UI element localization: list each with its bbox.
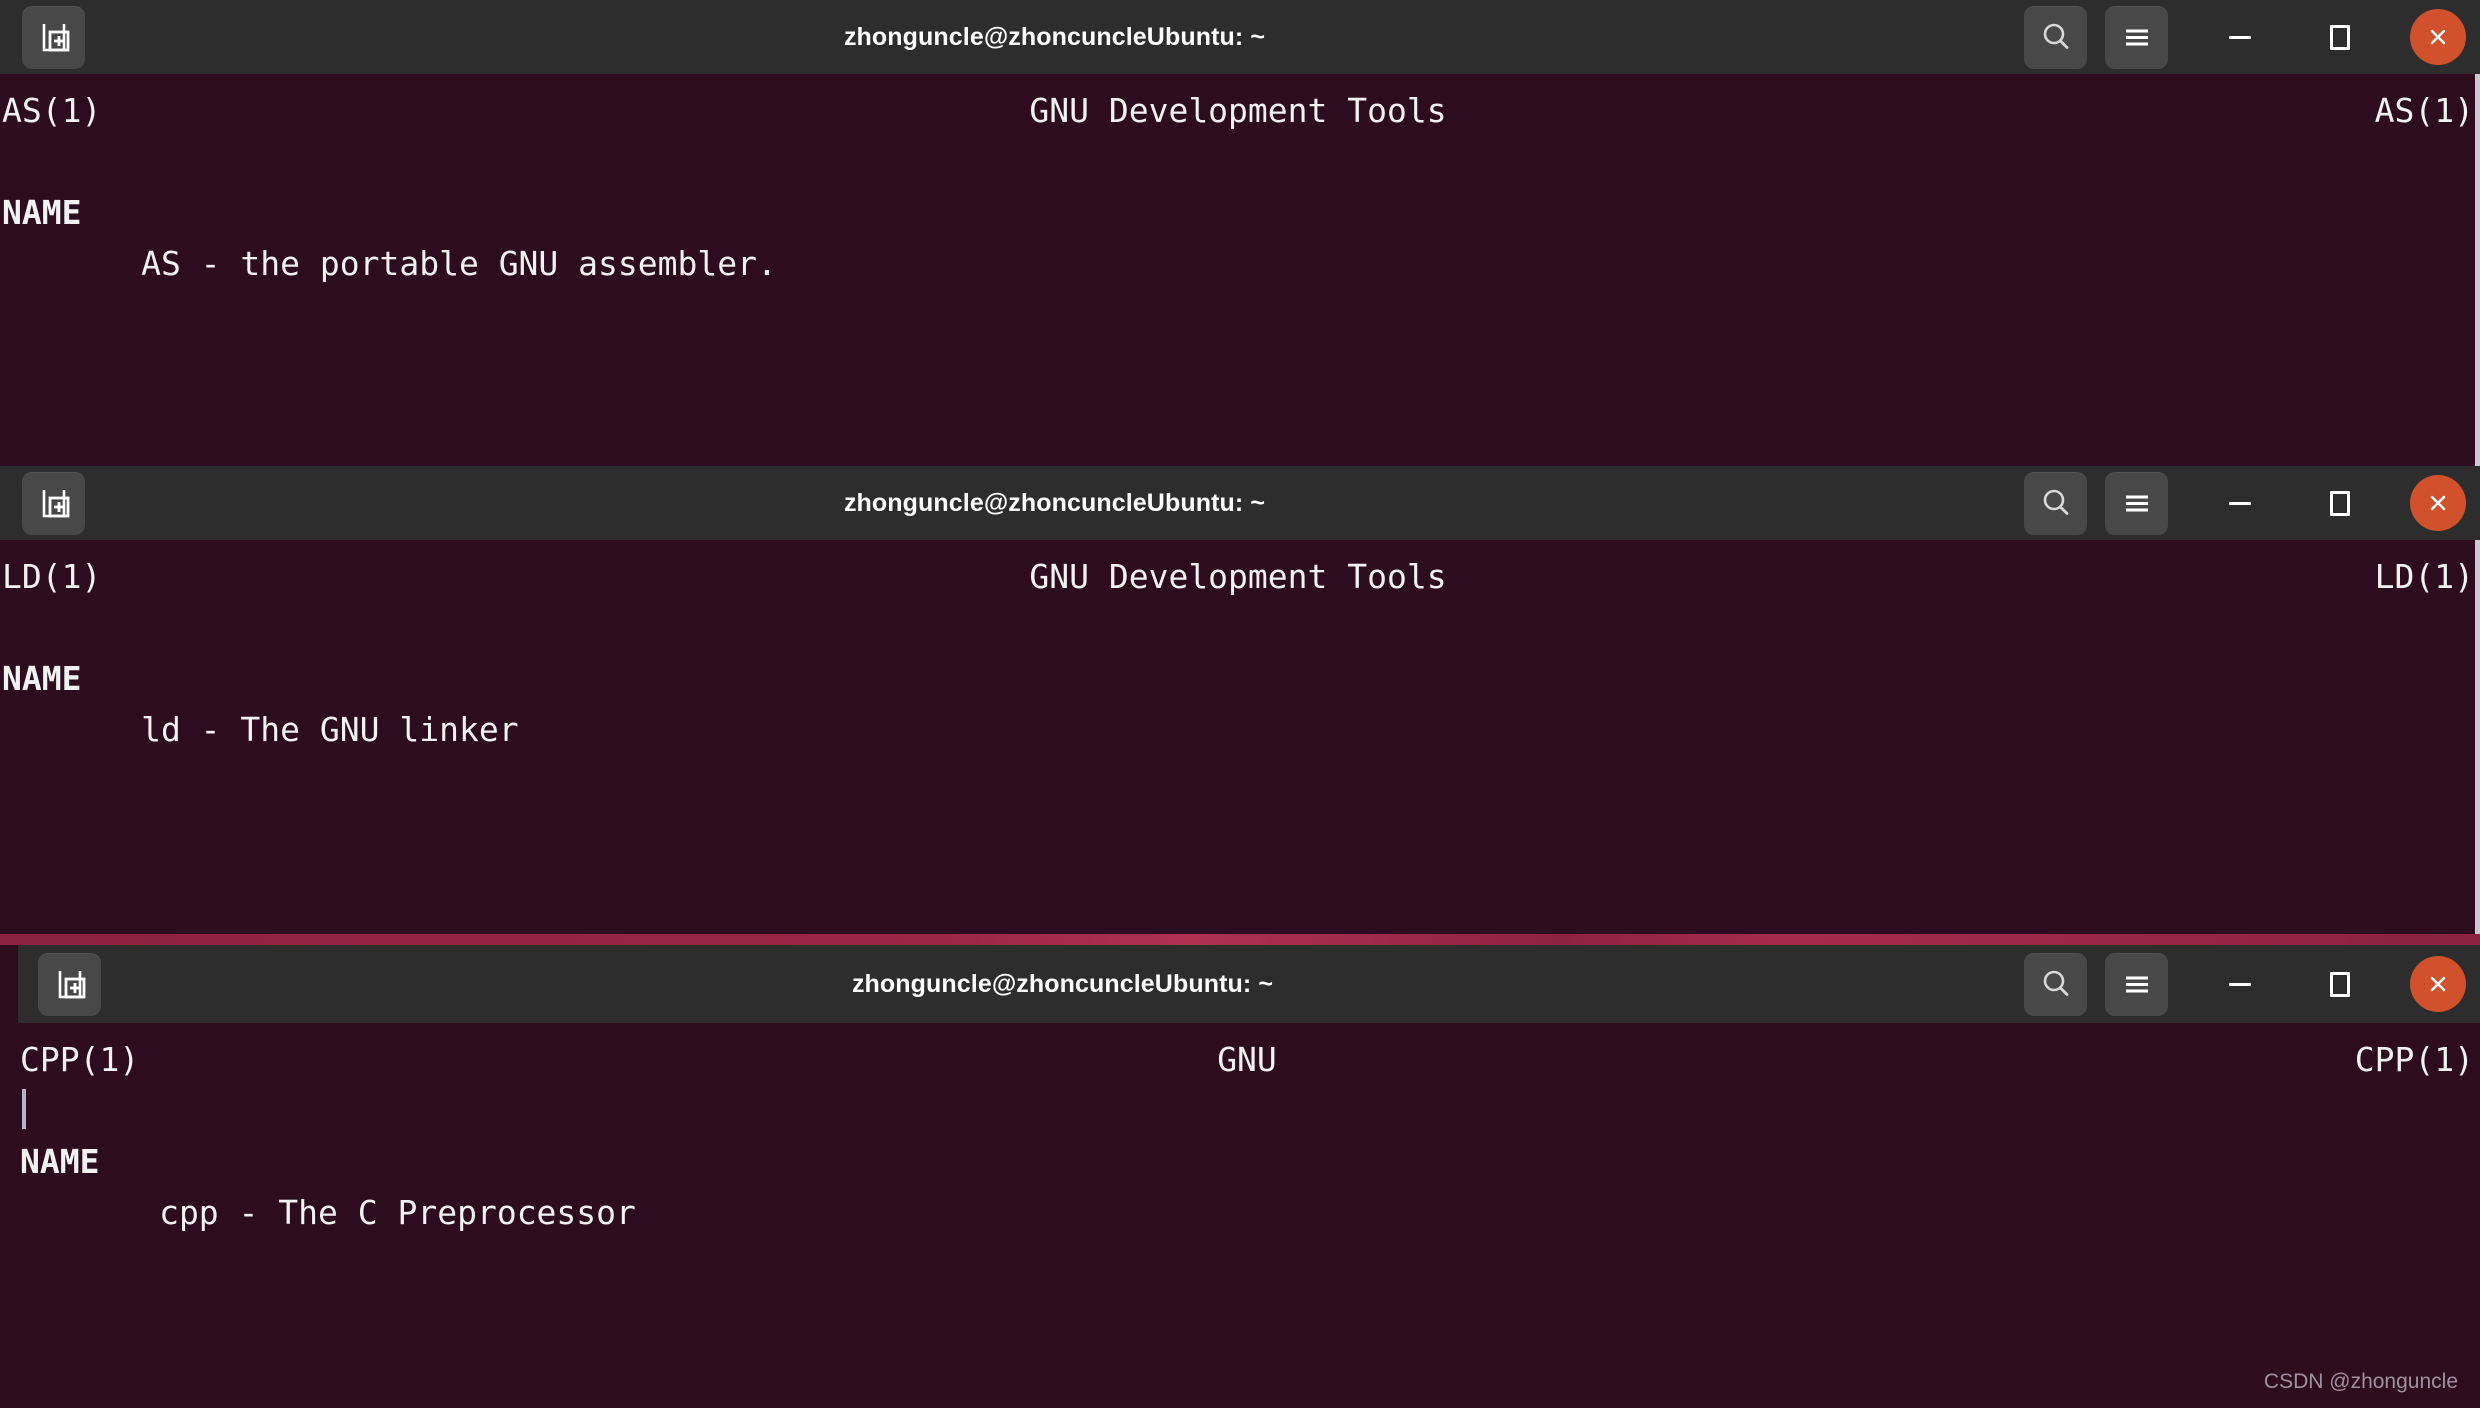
titlebar-right-group-as (2024, 5, 2466, 69)
close-icon (2430, 29, 2446, 45)
man-header-left-cpp: CPP(1) (20, 1040, 140, 1079)
man-body-line-cpp: cpp - The C Preprocessor (20, 1193, 636, 1232)
maximize-icon (2330, 24, 2350, 50)
window-title-ld: zhonguncle@zhoncuncleUbuntu: ~ (843, 488, 1266, 517)
terminal-scrollbar-ld[interactable] (2475, 540, 2480, 945)
man-header-cpp: CPP(1) GNU CPP(1) (18, 1034, 2480, 1085)
titlebar-left-group-as (22, 5, 85, 69)
titlebar-cpp[interactable]: zhonguncle@zhoncuncleUbuntu: ~ (18, 945, 2480, 1023)
terminal-window-cpp[interactable]: zhonguncle@zhoncuncleUbuntu: ~ CPP(1) GN… (18, 945, 2480, 1408)
minimize-button-ld[interactable] (2210, 473, 2270, 533)
terminal-body-cpp[interactable]: CPP(1) GNU CPP(1) NAME cpp - The C Prepr… (18, 1023, 2480, 1408)
terminal-scrollbar-as[interactable] (2475, 74, 2480, 466)
terminal-window-ld[interactable]: zhonguncle@zhoncuncleUbuntu: ~ LD(1) GNU… (0, 466, 2480, 945)
terminal-body-ld[interactable]: LD(1) GNU Development Tools LD(1) NAME l… (0, 540, 2480, 945)
terminal-cursor-line (18, 1085, 2480, 1136)
window-title-cpp: zhonguncle@zhoncuncleUbuntu: ~ (851, 969, 1274, 998)
titlebar-right-group-cpp (2024, 952, 2466, 1016)
terminal-body-as[interactable]: AS(1) GNU Development Tools AS(1) NAME A… (0, 74, 2480, 466)
titlebar-ld[interactable]: zhonguncle@zhoncuncleUbuntu: ~ (0, 466, 2480, 540)
hamburger-menu-icon[interactable] (2105, 5, 2168, 69)
window-title-as: zhonguncle@zhoncuncleUbuntu: ~ (843, 22, 1266, 51)
man-header-center-ld: GNU Development Tools (1029, 557, 1447, 596)
search-icon[interactable] (2024, 471, 2087, 535)
maximize-button-cpp[interactable] (2310, 954, 2370, 1014)
close-button-as[interactable] (2410, 9, 2466, 65)
maximize-icon (2330, 971, 2350, 997)
titlebar-center-cpp: zhonguncle@zhoncuncleUbuntu: ~ (101, 970, 2024, 999)
man-header-as: AS(1) GNU Development Tools AS(1) (0, 85, 2480, 136)
man-section-title-as: NAME (2, 193, 82, 232)
minimize-icon (2229, 35, 2251, 39)
man-header-right-cpp: CPP(1) (2354, 1040, 2474, 1079)
maximize-button-as[interactable] (2310, 7, 2370, 67)
terminal-window-as[interactable]: zhonguncle@zhoncuncleUbuntu: ~ AS(1) GNU… (0, 0, 2480, 466)
titlebar-right-group-ld (2024, 471, 2466, 535)
minimize-button-cpp[interactable] (2210, 954, 2270, 1014)
hamburger-menu-icon[interactable] (2105, 471, 2168, 535)
csdn-watermark: CSDN @zhonguncle (2263, 1370, 2458, 1393)
titlebar-left-group-ld (22, 471, 85, 535)
man-body-line-ld: ld - The GNU linker (2, 710, 519, 749)
minimize-icon (2229, 982, 2251, 986)
search-icon[interactable] (2024, 5, 2087, 69)
text-cursor (22, 1089, 26, 1129)
man-header-left-as: AS(1) (2, 91, 102, 130)
minimize-button-as[interactable] (2210, 7, 2270, 67)
man-header-right-as: AS(1) (2374, 91, 2474, 130)
titlebar-center-as: zhonguncle@zhoncuncleUbuntu: ~ (85, 23, 2024, 52)
window-separator-highlight (0, 934, 2480, 945)
man-section-title-cpp: NAME (20, 1142, 100, 1181)
minimize-icon (2229, 501, 2251, 505)
new-tab-icon[interactable] (22, 5, 85, 69)
close-icon (2430, 495, 2446, 511)
man-header-ld: LD(1) GNU Development Tools LD(1) (0, 551, 2480, 602)
man-section-title-ld: NAME (2, 659, 82, 698)
close-button-ld[interactable] (2410, 475, 2466, 531)
titlebar-left-group-cpp (38, 952, 101, 1016)
man-header-right-ld: LD(1) (2374, 557, 2474, 596)
man-header-center-as: GNU Development Tools (1029, 91, 1447, 130)
search-icon[interactable] (2024, 952, 2087, 1016)
new-tab-icon[interactable] (22, 471, 85, 535)
close-icon (2430, 976, 2446, 992)
maximize-icon (2330, 490, 2350, 516)
titlebar-as[interactable]: zhonguncle@zhoncuncleUbuntu: ~ (0, 0, 2480, 74)
maximize-button-ld[interactable] (2310, 473, 2370, 533)
desktop-screen: zhonguncle@zhoncuncleUbuntu: ~ AS(1) GNU… (0, 0, 2480, 1408)
close-button-cpp[interactable] (2410, 956, 2466, 1012)
man-header-center-cpp: GNU (1217, 1040, 1277, 1079)
titlebar-center-ld: zhonguncle@zhoncuncleUbuntu: ~ (85, 489, 2024, 518)
man-body-line-as: AS - the portable GNU assembler. (2, 244, 777, 283)
new-tab-icon[interactable] (38, 952, 101, 1016)
man-header-left-ld: LD(1) (2, 557, 102, 596)
hamburger-menu-icon[interactable] (2105, 952, 2168, 1016)
